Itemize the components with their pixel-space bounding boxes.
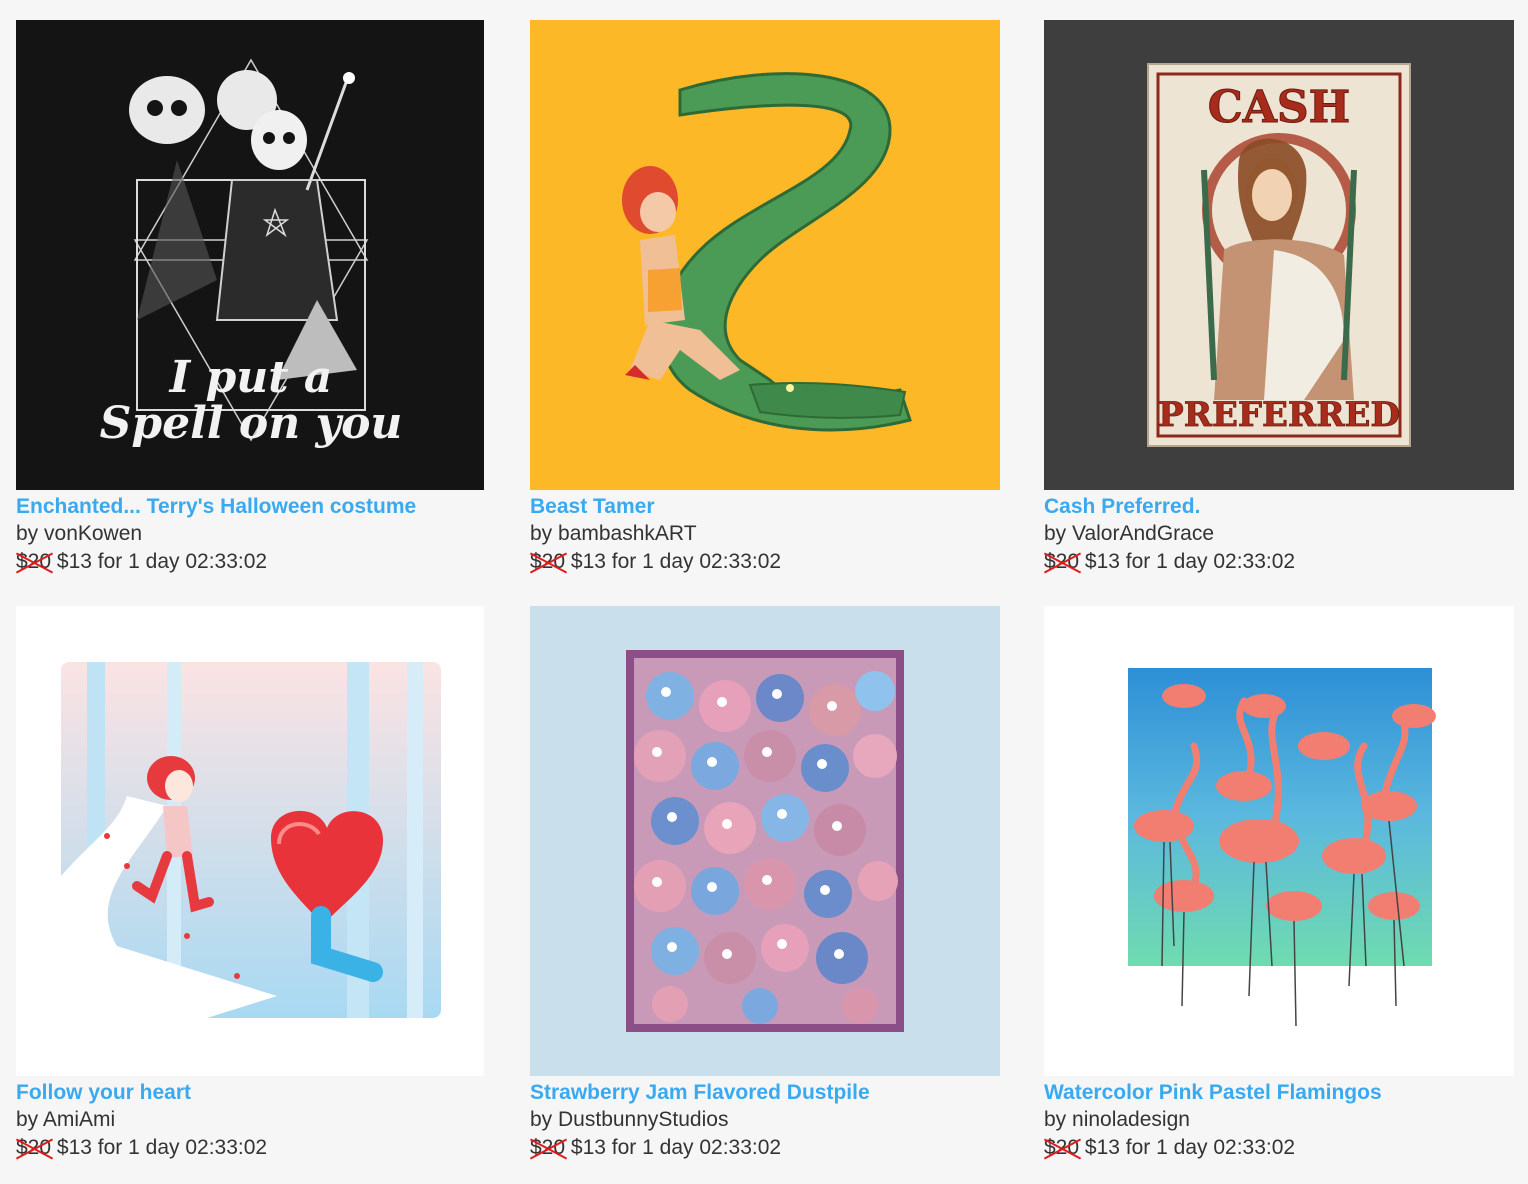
artist-name: by bambashkART [530, 520, 1000, 548]
old-price: $20 [1044, 1134, 1079, 1162]
product-image-link[interactable] [1044, 606, 1514, 1076]
price-line: $20 $13 for 1 day 02:33:02 [530, 1134, 1000, 1162]
product-title-link[interactable]: Beast Tamer [530, 494, 1000, 520]
old-price: $20 [16, 1134, 51, 1162]
artist-link[interactable]: by vonKowen [16, 522, 142, 545]
price-line: $20 $13 for 1 day 02:33:02 [530, 548, 1000, 576]
artist-name: by ValorAndGrace [1044, 520, 1514, 548]
flamingos-artwork [1044, 606, 1514, 1076]
sale-timer: for 1 day 02:33:02 [97, 550, 268, 573]
artist-link[interactable]: by bambashkART [530, 522, 697, 545]
sale-timer: for 1 day 02:33:02 [97, 1136, 268, 1159]
product-image-link[interactable] [530, 606, 1000, 1076]
product-image-link[interactable] [530, 20, 1000, 490]
artist-name: by AmiAmi [16, 1106, 484, 1134]
product-card: CASH PREFERRED Cash Preferred. by ValorA… [1044, 20, 1514, 576]
sale-price: $13 [56, 1136, 92, 1159]
product-title-link[interactable]: Cash Preferred. [1044, 494, 1514, 520]
heart-forest-artwork [17, 606, 484, 1076]
product-title-link[interactable]: Strawberry Jam Flavored Dustpile [530, 1080, 1000, 1106]
artwork-text-1: I put a [168, 352, 333, 403]
dustbunny-pattern-artwork [530, 606, 1000, 1076]
price-line: $20 $13 for 1 day 02:33:02 [16, 1134, 484, 1162]
artwork-text-2: PREFERRED [1158, 395, 1400, 435]
sale-price: $13 [570, 1136, 606, 1159]
skeleton-fairy-artwork: I put a Spell on you [17, 20, 484, 490]
artist-link[interactable]: by ninoladesign [1044, 1108, 1190, 1131]
product-card: Watercolor Pink Pastel Flamingos by nino… [1044, 606, 1514, 1162]
product-image-link[interactable] [16, 606, 484, 1076]
product-title-link[interactable]: Watercolor Pink Pastel Flamingos [1044, 1080, 1514, 1106]
artist-link[interactable]: by AmiAmi [16, 1108, 115, 1131]
artist-name: by ninoladesign [1044, 1106, 1514, 1134]
sale-timer: for 1 day 02:33:02 [1125, 1136, 1296, 1159]
woman-riding-alligator-artwork [530, 20, 1000, 490]
sale-price: $13 [1084, 550, 1120, 573]
product-image-link[interactable]: I put a Spell on you [16, 20, 484, 490]
sale-timer: for 1 day 02:33:02 [611, 550, 782, 573]
sale-price: $13 [56, 550, 92, 573]
price-line: $20 $13 for 1 day 02:33:02 [16, 548, 484, 576]
art-nouveau-poster-artwork: CASH PREFERRED [1044, 20, 1514, 490]
sale-price: $13 [1084, 1136, 1120, 1159]
artist-link[interactable]: by DustbunnyStudios [530, 1108, 728, 1131]
artist-name: by DustbunnyStudios [530, 1106, 1000, 1134]
product-card: Follow your heart by AmiAmi $20 $13 for … [16, 606, 484, 1162]
old-price: $20 [530, 548, 565, 576]
product-image-link[interactable]: CASH PREFERRED [1044, 20, 1514, 490]
old-price: $20 [16, 548, 51, 576]
product-title-link[interactable]: Follow your heart [16, 1080, 484, 1106]
old-price: $20 [1044, 548, 1079, 576]
sale-timer: for 1 day 02:33:02 [1125, 550, 1296, 573]
artist-name: by vonKowen [16, 520, 484, 548]
sale-timer: for 1 day 02:33:02 [611, 1136, 782, 1159]
old-price: $20 [530, 1134, 565, 1162]
price-line: $20 $13 for 1 day 02:33:02 [1044, 548, 1514, 576]
sale-price: $13 [570, 550, 606, 573]
product-title-link[interactable]: Enchanted... Terry's Halloween costume [16, 494, 484, 520]
artwork-text-1: CASH [1208, 82, 1351, 133]
artist-link[interactable]: by ValorAndGrace [1044, 522, 1214, 545]
price-line: $20 $13 for 1 day 02:33:02 [1044, 1134, 1514, 1162]
product-card: Strawberry Jam Flavored Dustpile by Dust… [530, 606, 1000, 1162]
product-card: Beast Tamer by bambashkART $20 $13 for 1… [530, 20, 1000, 576]
product-card: I put a Spell on you Enchanted... Terry'… [16, 20, 484, 576]
artwork-text-2: Spell on you [100, 398, 403, 449]
